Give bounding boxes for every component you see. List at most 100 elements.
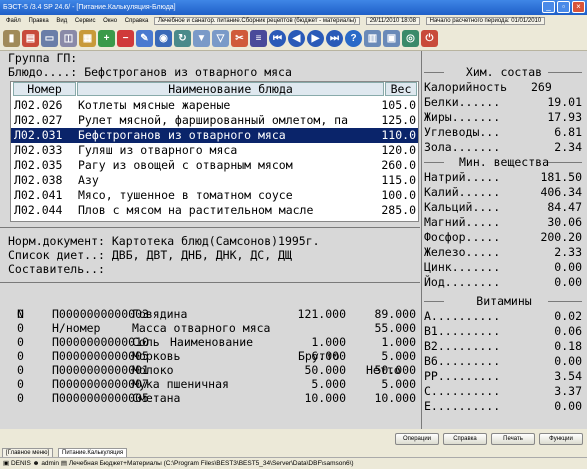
ingr-n: 0 xyxy=(17,377,24,391)
nutrient-value: 19.01 xyxy=(547,95,582,109)
prev-icon[interactable]: ◀ xyxy=(288,30,305,47)
nutrient-value: 200.20 xyxy=(540,230,582,244)
menu-file[interactable]: Файл xyxy=(6,18,21,24)
filter-clear-icon[interactable]: ▽ xyxy=(212,30,229,47)
row-dish-name: Азу xyxy=(78,173,99,187)
add-icon[interactable]: + xyxy=(98,30,115,47)
divider xyxy=(424,301,444,302)
table-row[interactable]: Л02.031 Бефстроганов из отварного мяса 110… xyxy=(11,128,418,143)
menu-window[interactable]: Окно xyxy=(103,18,117,24)
table-row[interactable]: Л02.035 Рагу из овощей с отварным мясом 26… xyxy=(11,158,418,173)
window-icon[interactable]: ▣ xyxy=(383,30,400,47)
user-icon: ▣ xyxy=(3,460,10,467)
list-item[interactable]: 0 П0000000000005 Сметана 10.000 10.000 xyxy=(10,391,422,405)
functions-button[interactable]: Функции xyxy=(539,432,583,445)
calc-icon[interactable]: ≡ xyxy=(250,30,267,47)
divider xyxy=(424,162,444,163)
title-bar: БЭСТ-5 /3.4 SP 24.6/ - [Питание.Калькуля… xyxy=(0,0,587,15)
ingr-n: 0 xyxy=(17,335,24,349)
restore-icon[interactable]: ▫ xyxy=(557,1,570,13)
table-row[interactable]: Л02.026 Котлеты мясные жареные 105.0 xyxy=(11,98,418,113)
filter-icon[interactable]: ▼ xyxy=(193,30,210,47)
row-weight: 115.0 xyxy=(381,173,416,187)
row-weight: 100.0 xyxy=(381,188,416,202)
menu-service[interactable]: Сервис xyxy=(75,18,96,24)
table-row[interactable]: Л02.027 Рулет мясной, фаршированный омлет… xyxy=(11,113,418,128)
list-item[interactable]: 0 Масса отварного мяса 55.000 xyxy=(10,321,422,335)
nutrient-label: Магний..... xyxy=(424,215,501,229)
table-row[interactable]: Л02.044 Плов с мясом на растительном масл… xyxy=(11,203,418,218)
report-icon[interactable]: ▤ xyxy=(22,30,39,47)
calendar-icon[interactable]: ▥ xyxy=(364,30,381,47)
preview-icon[interactable]: ◫ xyxy=(60,30,77,47)
nutrient-label: Калий...... xyxy=(424,185,501,199)
nutrient-row: Магний..... 30.06 xyxy=(424,215,582,229)
refresh-icon[interactable]: ↻ xyxy=(174,30,191,47)
row-dish-name: Гуляш из отварного мяса xyxy=(78,143,238,157)
col-header-weight[interactable]: Вес xyxy=(385,82,417,96)
ingr-brutto: 50.000 xyxy=(304,363,346,377)
nutrient-label: A.......... xyxy=(424,309,501,323)
row-number: Л02.033 xyxy=(14,143,63,157)
last-icon[interactable]: ⏭ xyxy=(326,30,343,47)
nutrient-label: Кальций.... xyxy=(424,200,501,214)
divider xyxy=(424,72,444,73)
nutrient-row: Зола....... 2.34 xyxy=(424,140,582,154)
nutrient-label: Натрий..... xyxy=(424,170,501,184)
row-number: Л02.027 xyxy=(14,113,63,127)
nutrient-label: B1......... xyxy=(424,324,501,338)
delete-icon[interactable]: − xyxy=(117,30,134,47)
window-tabs: [Главное меню] Питание.Калькуляция xyxy=(0,448,587,458)
print-icon[interactable]: ▭ xyxy=(41,30,58,47)
col-header-dish[interactable]: Наименование блюда xyxy=(77,82,384,96)
calories-label: Калорийность xyxy=(424,80,508,94)
nutrient-value: 0.00 xyxy=(554,260,582,274)
status-user: DENIS xyxy=(10,460,31,467)
menu-edit[interactable]: Правка xyxy=(28,18,48,24)
nutrient-value: 84.47 xyxy=(547,200,582,214)
nutrient-label: B2......... xyxy=(424,339,501,353)
list-item[interactable]: 0 П0000000000007 Мука пшеничная 5.000 5.000 xyxy=(10,377,422,391)
table-row[interactable]: Л02.041 Мясо, тушенное в томатном соусе 10… xyxy=(11,188,418,203)
list-item[interactable]: 0 П0000000000010 Соль 1.000 1.000 xyxy=(10,335,422,349)
nutrient-row: Фосфор..... 200.20 xyxy=(424,230,582,244)
nutrient-label: Углеводы... xyxy=(424,125,501,139)
nutrient-label: Жиры....... xyxy=(424,110,501,124)
ingr-name: Молоко xyxy=(132,363,174,377)
operations-button[interactable]: Операции xyxy=(395,432,439,445)
print-button[interactable]: Печать xyxy=(491,432,535,445)
help-button[interactable]: Справка xyxy=(443,432,487,445)
nutrient-row: Железо..... 2.33 xyxy=(424,245,582,259)
table-row[interactable]: Л02.038 Азу 115.0 xyxy=(11,173,418,188)
list-item[interactable]: 0 П0000000000001 Молоко 50.000 50.000 xyxy=(10,363,422,377)
nutrient-label: Зола....... xyxy=(424,140,501,154)
find-icon[interactable]: ◉ xyxy=(155,30,172,47)
menu-view[interactable]: Вид xyxy=(56,18,67,24)
nutrient-value: 406.34 xyxy=(540,185,582,199)
nutrient-row: Натрий..... 181.50 xyxy=(424,170,582,184)
box-icon[interactable]: ▮ xyxy=(3,30,20,47)
list-item[interactable]: 0 П0000000000003 Говядина 121.000 89.000 xyxy=(10,307,422,321)
close-icon[interactable]: × xyxy=(572,1,585,13)
open-icon[interactable]: ▦ xyxy=(79,30,96,47)
minimize-icon[interactable]: _ xyxy=(542,1,555,13)
edit-icon[interactable]: ✎ xyxy=(136,30,153,47)
next-icon[interactable]: ▶ xyxy=(307,30,324,47)
col-header-number[interactable]: Номер xyxy=(13,82,76,96)
divider xyxy=(0,282,420,283)
first-icon[interactable]: ⏮ xyxy=(269,30,286,47)
row-dish-name: Мясо, тушенное в томатном соусе xyxy=(78,188,293,202)
nutrient-value: 0.02 xyxy=(554,309,582,323)
menu-help[interactable]: Справка xyxy=(125,18,149,24)
list-item[interactable]: 0 П0000000000005 Морковь 6.000 5.000 xyxy=(10,349,422,363)
exit-icon[interactable]: ⏻ xyxy=(421,30,438,47)
nutrient-label: Фосфор..... xyxy=(424,230,501,244)
tools-icon[interactable]: ✂ xyxy=(231,30,248,47)
nutrient-row: A.......... 0.02 xyxy=(424,309,582,323)
ingr-n: 0 xyxy=(17,391,24,405)
nutrient-label: C.......... xyxy=(424,384,501,398)
globe-icon[interactable]: ◎ xyxy=(402,30,419,47)
table-row[interactable]: Л02.033 Гуляш из отварного мяса 120.0 xyxy=(11,143,418,158)
row-weight: 260.0 xyxy=(381,158,416,172)
help-icon[interactable]: ? xyxy=(345,30,362,47)
